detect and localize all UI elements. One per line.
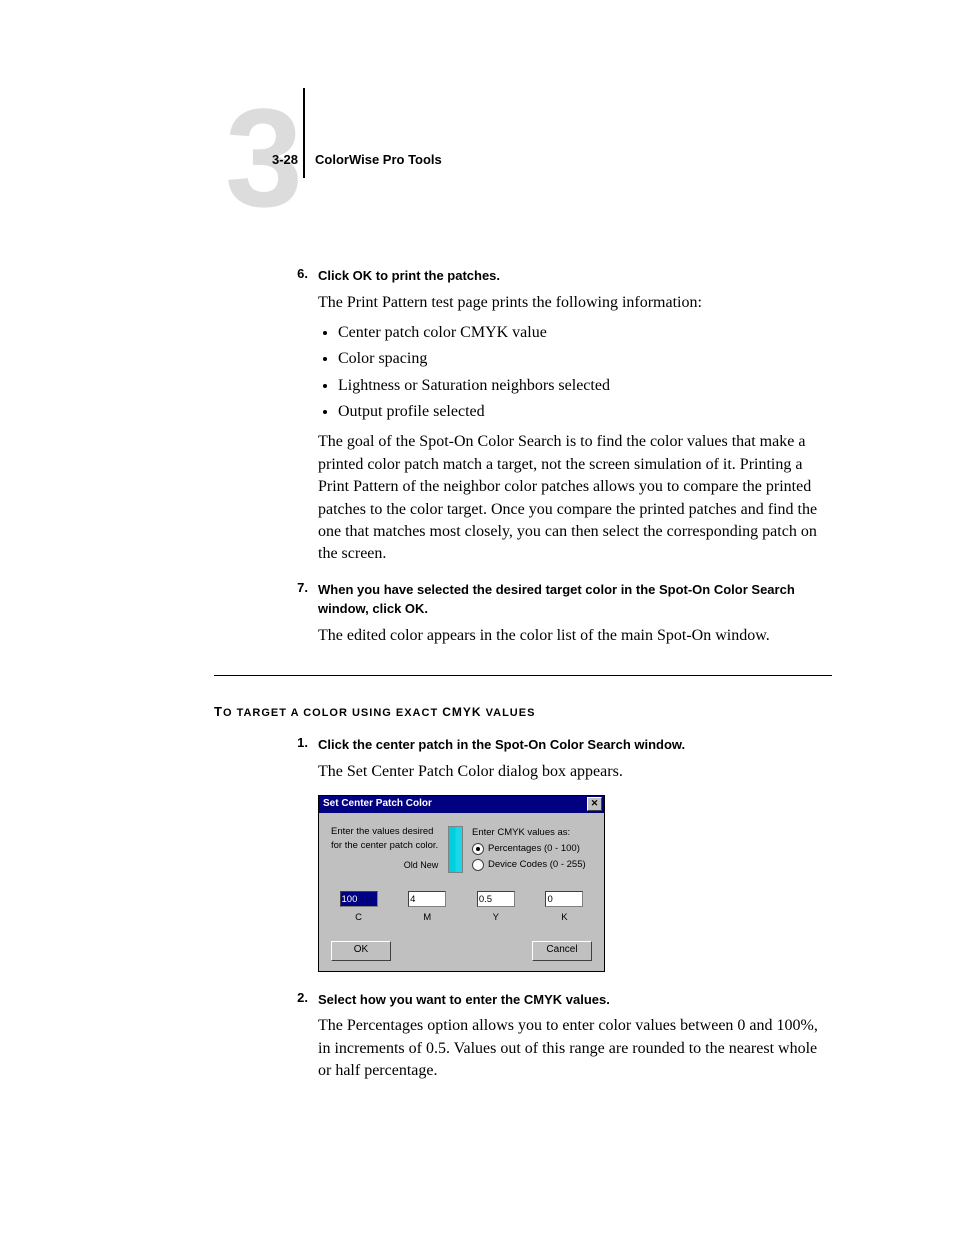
black-label: K [537, 911, 592, 925]
step-6: 6. Click OK to print the patches. The Pr… [152, 266, 832, 566]
step-7: 7. When you have selected the desired ta… [152, 580, 832, 647]
bullet-item: Lightness or Saturation neighbors select… [338, 373, 832, 399]
section-divider [214, 675, 832, 676]
radio-percentages[interactable]: Percentages (0 - 100) [472, 841, 592, 857]
step-paragraph: The Percentages option allows you to ent… [318, 1015, 832, 1082]
step-instruction: Select how you want to enter the CMYK va… [318, 990, 832, 1010]
bullet-list: Center patch color CMYK value Color spac… [318, 320, 832, 426]
step-number: 7. [152, 580, 318, 647]
dialog-set-center-patch-color: Set Center Patch Color ✕ Enter the value… [318, 795, 605, 972]
step-instruction: When you have selected the desired targe… [318, 580, 832, 619]
old-new-label: Old New [331, 859, 438, 873]
step-instruction: Click the center patch in the Spot-On Co… [318, 735, 832, 755]
yellow-input[interactable] [477, 891, 515, 907]
step-number: 6. [152, 266, 318, 566]
black-input[interactable] [545, 891, 583, 907]
dialog-titlebar: Set Center Patch Color ✕ [319, 796, 604, 813]
radio-device-codes[interactable]: Device Codes (0 - 255) [472, 857, 592, 873]
radio-group-heading: Enter CMYK values as: [472, 825, 592, 841]
magenta-label: M [400, 911, 455, 925]
step-paragraph: The Set Center Patch Color dialog box ap… [318, 761, 832, 783]
cyan-input[interactable] [340, 891, 378, 907]
step-paragraph: The Print Pattern test page prints the f… [318, 292, 832, 314]
magenta-input[interactable] [408, 891, 446, 907]
ok-button[interactable]: OK [331, 941, 391, 961]
bullet-item: Center patch color CMYK value [338, 320, 832, 346]
step-number: 1. [152, 735, 318, 972]
color-preview-swatch [441, 825, 469, 873]
step-number: 2. [152, 990, 318, 1083]
step-paragraph: The goal of the Spot-On Color Search is … [318, 431, 832, 565]
bullet-item: Color spacing [338, 346, 832, 372]
cyan-label: C [331, 911, 386, 925]
running-title: ColorWise Pro Tools [315, 152, 442, 167]
yellow-label: Y [468, 911, 523, 925]
cancel-button[interactable]: Cancel [532, 941, 592, 961]
dialog-instruction: Enter the values desired for the center … [331, 825, 438, 873]
step-2: 2. Select how you want to enter the CMYK… [152, 990, 832, 1083]
page-number: 3-28 [272, 152, 298, 167]
step-1: 1. Click the center patch in the Spot-On… [152, 735, 832, 972]
step-paragraph: The edited color appears in the color li… [318, 625, 832, 647]
section-heading: TO TARGET A COLOR USING EXACT CMYK VALUE… [214, 704, 832, 719]
header-divider [303, 88, 305, 178]
dialog-title: Set Center Patch Color [323, 797, 432, 812]
close-icon[interactable]: ✕ [587, 797, 602, 811]
step-instruction: Click OK to print the patches. [318, 266, 832, 286]
bullet-item: Output profile selected [338, 399, 832, 425]
page-content: 6. Click OK to print the patches. The Pr… [152, 258, 832, 1082]
